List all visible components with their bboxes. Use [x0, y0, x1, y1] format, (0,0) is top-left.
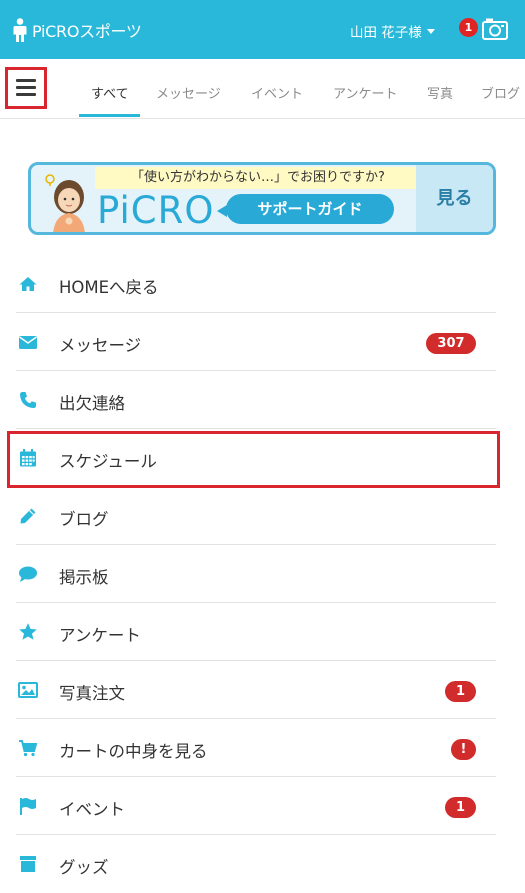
menu-item-label: 出欠連絡 [59, 394, 125, 413]
envelope-icon [19, 336, 37, 349]
user-name: 山田 花子様 [350, 25, 422, 41]
menu-item-label: メッセージ [59, 336, 142, 355]
menu-item-attendance[interactable]: 出欠連絡 [16, 371, 496, 429]
menu-item-label: アンケート [59, 626, 141, 645]
caret-down-icon [426, 28, 435, 34]
person-icon [13, 18, 27, 42]
unread-count-badge: 307 [426, 333, 476, 354]
menu-item-home[interactable]: HOMEへ戻る [16, 255, 496, 313]
app-header: PiCROスポーツ 山田 花子様 1 [0, 0, 525, 59]
menu-item-label: イベント [59, 800, 125, 819]
menu-item-message[interactable]: メッセージ 307 [16, 313, 496, 371]
alert-badge: ! [451, 739, 476, 760]
tab-photo[interactable]: 写真 [427, 83, 453, 102]
banner-question: 「使い方がわからない…」でお困りですか? [95, 167, 421, 189]
menu-item-survey[interactable]: アンケート [16, 603, 496, 661]
store-icon [20, 856, 36, 872]
menu-item-label: グッズ [59, 858, 109, 877]
app-logo[interactable]: PiCROスポーツ [12, 18, 142, 42]
hamburger-menu-button[interactable] [5, 67, 47, 109]
active-tab-indicator [79, 114, 140, 117]
banner-see-button[interactable]: 見る [416, 165, 493, 232]
menu-item-label: HOMEへ戻る [59, 278, 159, 297]
menu-item-schedule[interactable]: スケジュール [16, 429, 496, 487]
pencil-icon [20, 508, 36, 524]
banner-brand: PiCRO [97, 189, 215, 232]
menu-item-board[interactable]: 掲示板 [16, 545, 496, 603]
notification-badge: 1 [459, 18, 478, 37]
tab-event[interactable]: イベント [251, 83, 303, 102]
menu-item-label: スケジュール [59, 452, 157, 471]
count-badge: 1 [445, 797, 476, 818]
app-name: PiCROスポーツ [32, 22, 142, 41]
tab-survey[interactable]: アンケート [333, 83, 397, 102]
user-menu[interactable]: 山田 花子様 [350, 21, 435, 41]
tab-blog[interactable]: ブログ [481, 83, 520, 102]
menu-item-label: カートの中身を見る [59, 742, 208, 761]
menu-item-label: 掲示板 [59, 568, 109, 587]
menu-item-event[interactable]: イベント 1 [16, 777, 496, 835]
count-badge: 1 [445, 681, 476, 702]
support-person-illustration [45, 174, 85, 232]
banner-guide-label: サポートガイド [226, 194, 394, 224]
menu-item-goods[interactable]: グッズ [16, 835, 496, 893]
calendar-icon [20, 449, 36, 467]
tab-message[interactable]: メッセージ [156, 83, 221, 102]
image-icon [18, 682, 38, 698]
cart-icon [19, 740, 38, 757]
star-icon [19, 623, 37, 640]
flag-icon [20, 798, 36, 815]
menu-item-photo-order[interactable]: 写真注文 1 [16, 661, 496, 719]
menu-item-cart[interactable]: カートの中身を見る ! [16, 719, 496, 777]
camera-icon[interactable] [482, 17, 508, 41]
tab-bar: すべて メッセージ イベント アンケート 写真 ブログ [0, 59, 525, 119]
speech-bubble-icon [19, 566, 37, 582]
support-guide-banner[interactable]: 「使い方がわからない…」でお困りですか? PiCRO サポートガイド 見る [28, 162, 496, 235]
home-icon [19, 277, 37, 291]
phone-icon [20, 392, 36, 408]
menu-item-label: ブログ [59, 510, 109, 529]
menu-item-label: 写真注文 [59, 684, 125, 703]
tab-all[interactable]: すべて [91, 83, 129, 102]
menu-item-blog[interactable]: ブログ [16, 487, 496, 545]
